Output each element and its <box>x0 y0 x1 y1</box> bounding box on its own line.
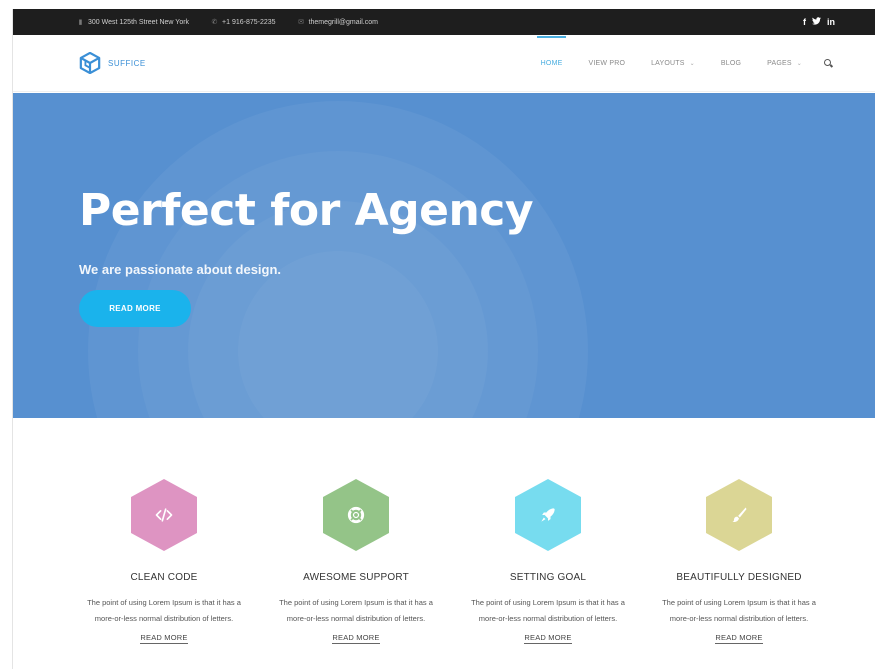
chevron-down-icon: ⌄ <box>796 61 802 67</box>
features-section: CLEAN CODE The point of using Lorem Ipsu… <box>13 479 875 669</box>
feature-description: The point of using Lorem Ipsum is that i… <box>471 598 625 623</box>
linkedin-icon[interactable]: in <box>827 17 835 27</box>
rocket-icon <box>515 479 581 551</box>
feature-title: AWESOME SUPPORT <box>303 572 409 583</box>
feature-read-more-link[interactable]: READ MORE <box>332 633 380 644</box>
top-bar: ▮ 300 West 125th Street New York ✆ +1 91… <box>13 9 875 35</box>
code-icon <box>131 479 197 551</box>
logo-text: SUFFICE <box>108 58 146 68</box>
twitter-icon[interactable] <box>812 17 821 27</box>
feature-description: The point of using Lorem Ipsum is that i… <box>279 598 433 623</box>
nav-label: VIEW PRO <box>588 60 626 67</box>
feature-setting-goal: SETTING GOAL The point of using Lorem Ip… <box>458 479 638 645</box>
nav-label: PAGES <box>767 60 792 67</box>
feature-description: The point of using Lorem Ipsum is that i… <box>662 598 816 623</box>
hero-read-more-button[interactable]: READ MORE <box>79 290 191 327</box>
nav-item-layouts[interactable]: LAYOUTS ⌄ <box>651 35 695 92</box>
search-icon[interactable] <box>824 59 833 68</box>
feature-awesome-support: AWESOME SUPPORT The point of using Lorem… <box>266 479 446 645</box>
lifebuoy-icon <box>323 479 389 551</box>
nav-item-pages[interactable]: PAGES ⌄ <box>767 35 802 92</box>
site-logo[interactable]: SUFFICE <box>79 52 146 74</box>
feature-title: CLEAN CODE <box>130 572 198 583</box>
feature-beautifully-designed: BEAUTIFULLY DESIGNED The point of using … <box>649 479 829 645</box>
chevron-down-icon: ⌄ <box>689 61 695 67</box>
address-text: 300 West 125th Street New York <box>88 18 190 26</box>
nav-item-blog[interactable]: BLOG <box>721 35 741 92</box>
feature-read-more-link[interactable]: READ MORE <box>524 633 572 644</box>
nav-item-view-pro[interactable]: VIEW PRO <box>588 35 625 92</box>
nav-label: LAYOUTS <box>651 60 685 67</box>
email-info[interactable]: ✉ themegrill@gmail.com <box>298 19 378 26</box>
facebook-icon[interactable]: f <box>803 17 806 27</box>
phone-text[interactable]: +1 916-875-2235 <box>222 19 276 26</box>
feature-title: BEAUTIFULLY DESIGNED <box>676 572 802 583</box>
nav-label: HOME <box>540 60 563 67</box>
envelope-icon: ✉ <box>298 18 305 26</box>
logo-cube-icon <box>79 52 101 74</box>
brush-icon <box>706 479 772 551</box>
address-info: ▮ 300 West 125th Street New York <box>77 19 189 26</box>
feature-read-more-link[interactable]: READ MORE <box>140 633 188 644</box>
email-text[interactable]: themegrill@gmail.com <box>309 19 378 26</box>
hero-banner: Perfect for Agency We are passionate abo… <box>13 93 875 418</box>
feature-title: SETTING GOAL <box>509 572 587 583</box>
hero-subtitle: We are passionate about design. <box>79 262 282 277</box>
main-nav: HOME VIEW PRO LAYOUTS ⌄ BLOG PAGES ⌄ <box>515 35 833 92</box>
feature-description: The point of using Lorem Ipsum is that i… <box>87 598 241 623</box>
phone-info[interactable]: ✆ +1 916-875-2235 <box>211 19 276 26</box>
map-pin-icon: ▮ <box>78 18 83 26</box>
feature-read-more-link[interactable]: READ MORE <box>715 633 763 644</box>
feature-clean-code: CLEAN CODE The point of using Lorem Ipsu… <box>74 479 254 645</box>
nav-label: BLOG <box>720 60 742 67</box>
nav-item-home[interactable]: HOME <box>536 35 567 92</box>
social-links: f in <box>803 9 835 35</box>
site-header: SUFFICE HOME VIEW PRO LAYOUTS ⌄ BLOG PAGE… <box>13 35 875 92</box>
phone-icon: ✆ <box>211 18 218 26</box>
hero-title: Perfect for Agency <box>79 185 534 236</box>
page: ▮ 300 West 125th Street New York ✆ +1 91… <box>12 9 875 669</box>
